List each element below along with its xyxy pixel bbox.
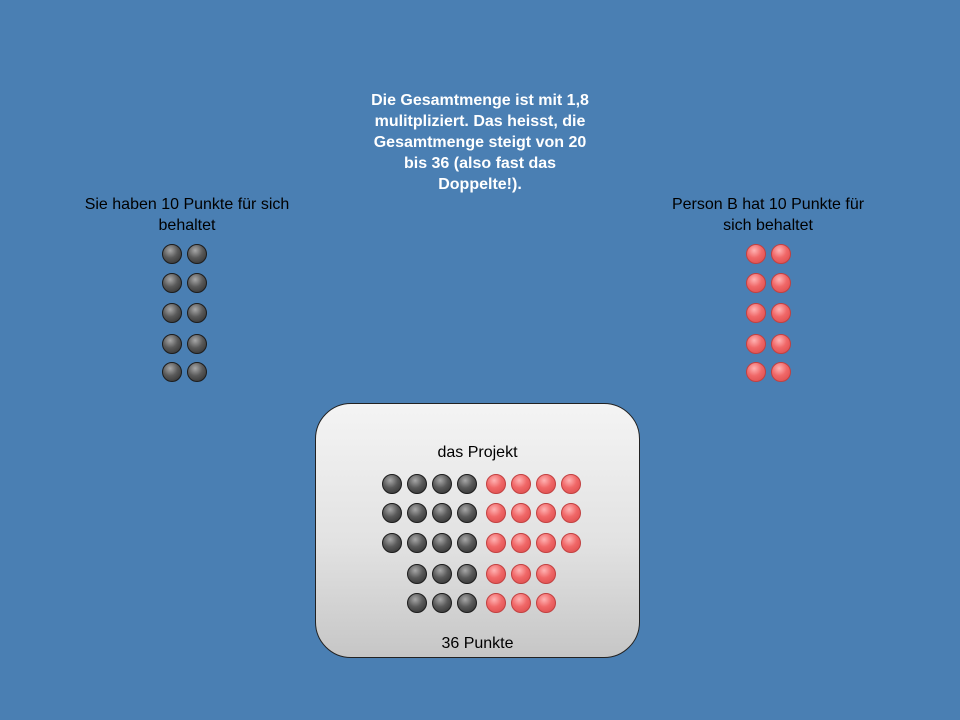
kept-point-dark [162, 244, 182, 264]
kept-point-red [746, 334, 766, 354]
project-point-red [536, 533, 556, 553]
kept-point-dark [162, 362, 182, 382]
project-point-dark [382, 533, 402, 553]
project-point-red [486, 503, 506, 523]
project-point-dark [432, 533, 452, 553]
project-point-red [536, 474, 556, 494]
project-point-dark [407, 533, 427, 553]
kept-point-red [771, 334, 791, 354]
kept-point-red [771, 244, 791, 264]
project-point-red [486, 533, 506, 553]
kept-point-red [746, 244, 766, 264]
project-point-dark [457, 564, 477, 584]
project-point-red [561, 533, 581, 553]
project-point-red [536, 593, 556, 613]
project-point-dark [407, 503, 427, 523]
kept-point-dark [162, 334, 182, 354]
slide: Sie haben 10 Punkte für sich behaltet Di… [0, 0, 960, 720]
right-group-label: Person B hat 10 Punkte für sich behaltet [671, 196, 865, 234]
project-point-red [511, 564, 531, 584]
project-point-red [511, 474, 531, 494]
project-point-dark [407, 564, 427, 584]
project-point-dark [457, 593, 477, 613]
kept-point-red [771, 303, 791, 323]
kept-point-red [771, 273, 791, 293]
kept-point-dark [187, 273, 207, 293]
kept-point-dark [162, 303, 182, 323]
project-point-dark [432, 474, 452, 494]
project-point-red [486, 593, 506, 613]
kept-point-red [746, 362, 766, 382]
project-point-dark [432, 564, 452, 584]
project-point-dark [382, 503, 402, 523]
project-point-red [511, 503, 531, 523]
kept-point-red [746, 273, 766, 293]
project-point-red [561, 503, 581, 523]
project-point-red [511, 533, 531, 553]
project-point-red [536, 503, 556, 523]
project-title: das Projekt [437, 444, 518, 461]
project-point-red [511, 593, 531, 613]
project-box: das Projekt 36 Punkte [315, 403, 640, 658]
left-group-label: Sie haben 10 Punkte für sich behaltet [84, 196, 290, 234]
project-point-red [536, 564, 556, 584]
project-point-dark [432, 503, 452, 523]
kept-point-dark [187, 244, 207, 264]
project-point-dark [457, 533, 477, 553]
kept-point-dark [187, 334, 207, 354]
kept-point-dark [187, 303, 207, 323]
kept-point-dark [162, 273, 182, 293]
kept-point-red [771, 362, 791, 382]
project-point-dark [407, 474, 427, 494]
project-point-red [561, 474, 581, 494]
project-point-dark [407, 593, 427, 613]
project-point-red [486, 474, 506, 494]
kept-point-red [746, 303, 766, 323]
project-point-dark [457, 474, 477, 494]
project-point-dark [457, 503, 477, 523]
project-point-dark [382, 474, 402, 494]
project-point-dark [432, 593, 452, 613]
kept-point-dark [187, 362, 207, 382]
project-total-label: 36 Punkte [441, 635, 514, 652]
project-point-red [486, 564, 506, 584]
explanation-text: Die Gesamtmenge ist mit 1,8 mulitplizier… [371, 92, 589, 193]
